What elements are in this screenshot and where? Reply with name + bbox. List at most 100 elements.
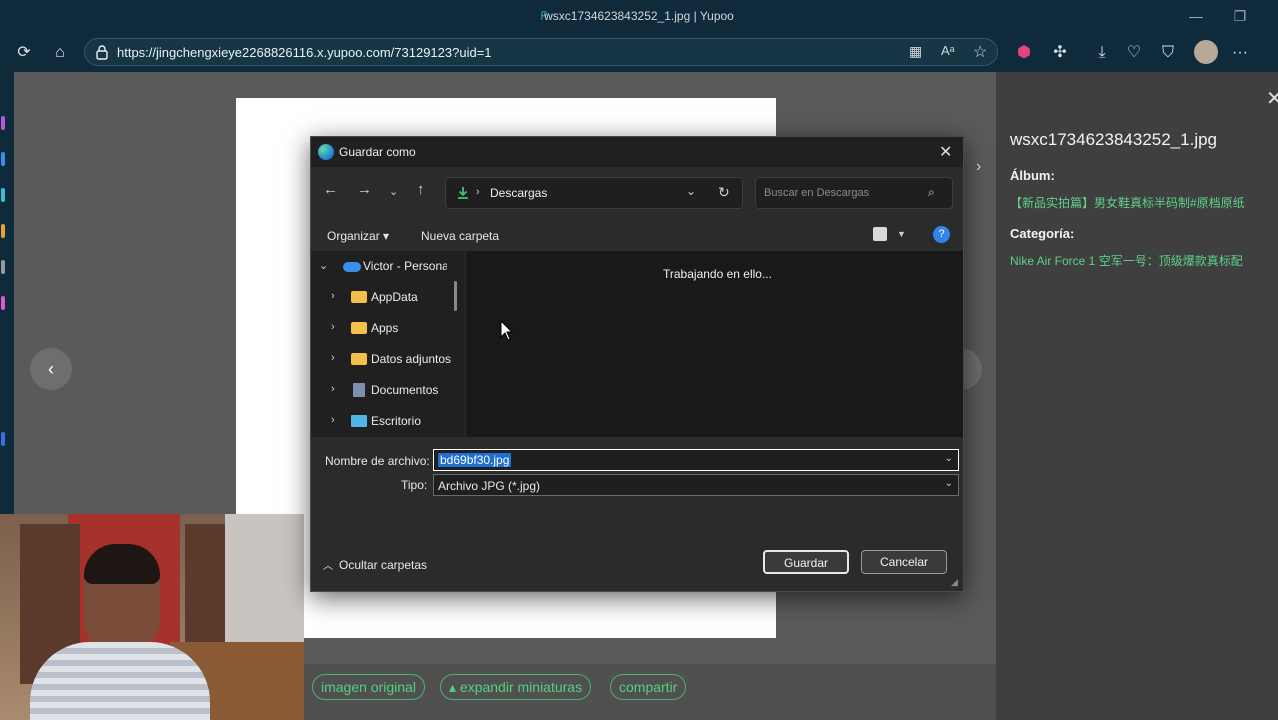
chevron-down-icon[interactable]: ⌄ [945,453,953,464]
close-icon[interactable]: ✕ [939,142,952,162]
chevron-right-icon[interactable]: › [331,352,335,364]
minimize-icon[interactable]: — [1186,6,1206,26]
close-icon[interactable]: ✕ [1266,86,1278,111]
organize-button[interactable]: Organizar ▾ [327,229,389,243]
chevron-down-icon[interactable]: ⌄ [686,184,696,198]
extensions-puzzle-icon[interactable]: ✣ [1048,41,1072,65]
mouse-cursor-icon [500,320,514,341]
desktop-icon [351,415,367,427]
sidebar-app-icon[interactable] [1,260,5,274]
security-shield-icon[interactable]: ⛉ [1156,41,1180,65]
tree-item-label: Datos adjuntos [371,352,451,366]
restore-icon[interactable]: ❐ [1230,6,1250,26]
loading-status-text: Trabajando en ello... [663,267,772,281]
sidebar-app-icon[interactable] [1,224,5,238]
extension-shield-icon[interactable]: ⬢ [1012,41,1036,65]
tree-item-label: Victor - Persona [363,259,447,273]
hide-folders-button[interactable]: ︿ Ocultar carpetas [323,557,427,572]
resize-grip-icon[interactable]: ◢ [951,577,958,588]
tree-item-label: Escritorio [371,414,422,428]
address-bar[interactable]: https://jingchengxieye2268826116.x.yupoo… [84,38,998,66]
edge-browser-icon [318,144,334,160]
search-placeholder: Buscar en Descargas [764,187,870,199]
lock-icon [96,45,108,60]
original-image-button[interactable]: imagen original [312,674,425,700]
view-options-icon[interactable] [873,227,887,241]
filename-value: bd69bf30.jpg [438,453,512,467]
search-icon: ⌕ [928,185,935,199]
previous-image-button[interactable]: ‹ [30,348,72,390]
save-as-dialog: Guardar como ✕ ← → ⌄ ↑ › Descargas ⌄ ↻ B… [310,136,964,592]
tree-item-label: Documentos [371,383,439,397]
chevron-right-icon[interactable]: › [331,414,335,426]
share-button[interactable]: compartir [610,674,687,700]
reader-view-icon[interactable]: ▦ [909,43,922,60]
expand-thumbnails-button[interactable]: ▴ expandir miniaturas [440,674,592,700]
search-input[interactable]: Buscar en Descargas ⌕ [755,177,953,209]
scrollbar-thumb[interactable] [454,281,457,311]
sidebar-app-icon[interactable] [1,188,5,202]
save-button[interactable]: Guardar [763,550,849,574]
tree-item-apps[interactable]: › Apps [311,315,451,343]
recent-locations-chevron-icon[interactable]: ⌄ [389,185,398,198]
chevron-up-icon: ︿ [323,561,333,572]
file-type-label: Tipo: [401,478,428,492]
path-text: Descargas [490,186,548,200]
sidebar-app-icon[interactable] [1,116,5,130]
dialog-titlebar: Guardar como ✕ [311,137,963,167]
url-text: https://jingchengxieye2268826116.x.yupoo… [117,45,492,60]
documents-icon [353,383,365,397]
favorite-star-icon[interactable]: ☆ [973,42,987,62]
help-icon[interactable]: ? [933,226,950,243]
folder-icon [351,353,367,365]
sidebar-app-icon[interactable] [1,432,5,446]
new-folder-button[interactable]: Nueva carpeta [421,229,499,243]
navigation-pane: ⌄ Victor - Persona › AppData › Apps › Da… [311,251,465,437]
path-breadcrumb[interactable]: › Descargas ⌄ ↻ [445,177,743,209]
chevron-down-icon[interactable]: ⌄ [319,259,328,272]
album-label: Álbum: [1010,168,1055,183]
tree-item-label: AppData [371,290,418,304]
file-type-value: Archivo JPG (*.jpg) [438,479,541,493]
profile-avatar[interactable] [1194,40,1218,64]
tree-item-documents[interactable]: › Documentos [311,377,451,405]
downloads-icon[interactable]: ⤓ [1090,41,1114,65]
reload-icon[interactable]: ⟳ [12,41,36,65]
more-menu-icon[interactable]: ··· [1228,41,1252,65]
category-link[interactable]: Nike Air Force 1 空军一号：顶级爆款真标配 [1010,252,1243,269]
chevron-down-icon[interactable]: ⌄ [945,478,953,489]
tree-item-appdata[interactable]: › AppData [311,284,451,312]
forward-arrow-icon[interactable]: → [357,181,372,198]
dialog-toolbar: Organizar ▾ Nueva carpeta ▼ ? [311,223,963,251]
chevron-right-icon[interactable]: › [331,383,335,395]
browser-essentials-icon[interactable]: ♡ [1122,41,1146,65]
refresh-icon[interactable]: ↻ [718,184,730,201]
tree-item-label: Apps [371,321,399,335]
tree-item-desktop[interactable]: › Escritorio [311,408,451,436]
file-type-select[interactable]: Archivo JPG (*.jpg) ⌄ [433,474,959,496]
home-icon[interactable]: ⌂ [48,41,72,65]
chevron-right-icon[interactable]: › [331,321,335,333]
chevron-right-icon[interactable]: › [976,158,981,176]
tree-item-onedrive[interactable]: ⌄ Victor - Persona [311,253,451,281]
back-arrow-icon[interactable]: ← [323,181,338,198]
chevron-right-icon[interactable]: › [331,290,335,302]
up-arrow-icon[interactable]: ↑ [417,181,425,198]
chevron-right-icon: › [476,186,480,198]
window-titlebar: ᑭ wsxc1734623843252_1.jpg | Yupoo — ❐ [0,0,1278,34]
sidebar-app-icon[interactable] [1,296,5,310]
tree-item-attachments[interactable]: › Datos adjuntos [311,346,451,374]
onedrive-cloud-icon [343,262,361,272]
album-link[interactable]: 【新品实拍篇】男女鞋真标半码制#原档原纸 [1010,194,1245,211]
chevron-down-icon[interactable]: ▼ [897,229,906,239]
sidebar-app-icon[interactable] [1,152,5,166]
hide-folders-label: Ocultar carpetas [339,558,428,572]
webcam-overlay [0,514,304,720]
cancel-button[interactable]: Cancelar [861,550,947,574]
window-title: wsxc1734623843252_1.jpg | Yupoo [544,9,734,23]
filename-field[interactable]: bd69bf30.jpg ⌄ [433,449,959,471]
category-label: Categoría: [1010,226,1075,241]
folder-icon [351,291,367,303]
dialog-title: Guardar como [339,145,416,159]
read-aloud-icon[interactable]: Aᵃ [941,43,955,58]
